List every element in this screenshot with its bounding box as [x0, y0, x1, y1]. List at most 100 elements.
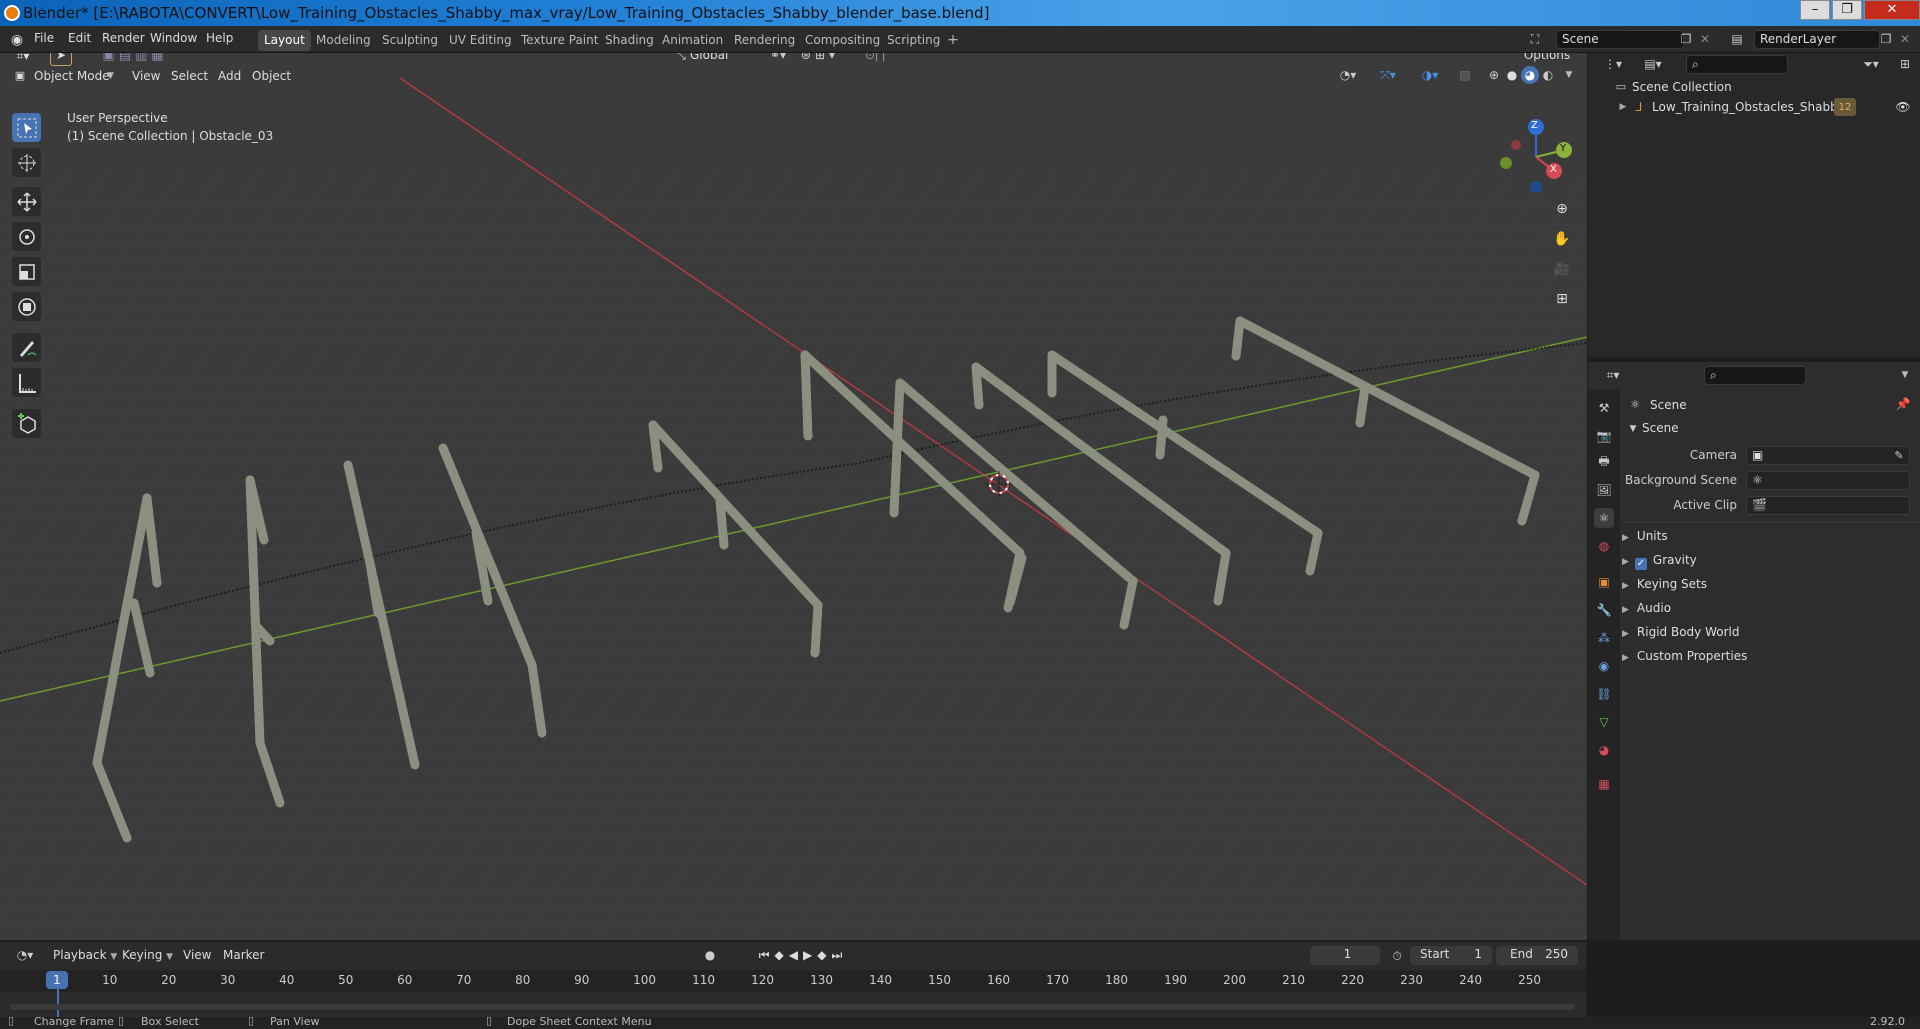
children-badge-icon[interactable]: 12 — [1834, 98, 1856, 116]
particles-tab-icon[interactable]: ⁂ — [1594, 628, 1614, 648]
properties-options-chevron-icon[interactable]: ▼ — [1896, 366, 1914, 384]
tab-compositing[interactable]: Compositing — [799, 30, 886, 51]
viewport-menu-object[interactable]: Object — [252, 69, 291, 83]
viewport-menu-select[interactable]: Select — [171, 69, 208, 83]
eyedropper-icon[interactable]: ✎ — [1892, 448, 1906, 462]
mode-dropdown[interactable]: Object Mode — [34, 69, 110, 83]
wireframe-shading-icon[interactable]: ⊕ — [1485, 66, 1503, 84]
menu-edit[interactable]: Edit — [68, 31, 91, 45]
tool-add-cube[interactable] — [12, 409, 41, 438]
tool-measure[interactable] — [12, 368, 41, 397]
outliner-editor-type-icon[interactable]: ⋮▾ — [1598, 55, 1628, 73]
eye-visibility-icon[interactable]: 👁 — [1894, 98, 1912, 116]
camera-view-icon[interactable]: 🎥 — [1550, 257, 1574, 281]
tool-transform[interactable] — [12, 292, 41, 321]
ortho-grid-icon[interactable]: ⊞ — [1550, 287, 1574, 311]
new-scene-icon[interactable]: ❐ — [1678, 31, 1694, 47]
new-renderlayer-icon[interactable]: ❐ — [1878, 31, 1894, 47]
scene-selector[interactable]: Scene — [1556, 30, 1684, 49]
tab-scripting[interactable]: Scripting — [881, 30, 946, 51]
timeline-menu-keying[interactable]: Keying ▼ — [122, 948, 173, 962]
menu-file[interactable]: File — [34, 31, 54, 45]
timeline-menu-view[interactable]: View — [183, 948, 211, 962]
tool-move[interactable] — [12, 187, 41, 216]
preview-range-icon[interactable]: ⏱ — [1388, 947, 1406, 965]
section-audio[interactable]: ▶ Audio — [1622, 598, 1671, 618]
tool-annotate[interactable] — [12, 333, 41, 362]
section-units[interactable]: ▶ Units — [1622, 526, 1668, 546]
world-tab-icon[interactable]: ◍ — [1594, 536, 1614, 556]
camera-field[interactable]: ▣ — [1746, 446, 1910, 465]
current-frame-field[interactable]: 1 — [1310, 946, 1380, 965]
menu-help[interactable]: Help — [206, 31, 233, 45]
shading-options-chevron-icon[interactable]: ▼ — [1562, 66, 1576, 84]
timeline-menu-marker[interactable]: Marker — [223, 948, 264, 962]
snap-icons[interactable]: ⊛⊞▾ — [790, 53, 850, 64]
expand-arrow-icon[interactable]: ▶ — [1618, 100, 1628, 114]
tab-uv-editing[interactable]: UV Editing — [443, 30, 518, 51]
gizmo-toggle-icon[interactable]: ⤧▾ — [1370, 66, 1406, 84]
timeline-menu-playback[interactable]: Playback ▼ — [53, 948, 117, 962]
end-frame-field[interactable]: End 250 — [1496, 946, 1578, 965]
section-gravity[interactable]: ▶ ✓ Gravity — [1622, 550, 1697, 570]
pin-icon[interactable]: 📌 — [1896, 397, 1911, 411]
menu-render[interactable]: Render — [102, 31, 145, 45]
tab-modeling[interactable]: Modeling — [310, 30, 377, 51]
tool-cursor[interactable] — [12, 148, 41, 177]
outliner-item-low-training[interactable]: Low_Training_Obstacles_Shabby — [1652, 100, 1845, 114]
select-tool-icon[interactable]: ➤ — [50, 53, 72, 66]
playback-controls-icons[interactable]: ⏮◆◀▶◆⏭ — [748, 946, 858, 964]
tool-tab-icon[interactable]: ⚒ — [1594, 398, 1614, 418]
new-collection-icon[interactable]: ⊞ — [1896, 55, 1914, 73]
delete-renderlayer-icon[interactable]: ✕ — [1897, 31, 1913, 47]
properties-editor-type-icon[interactable]: ⌗▾ — [1598, 366, 1628, 384]
options-dropdown[interactable]: Options — [1518, 53, 1576, 65]
scene-collection-label[interactable]: Scene Collection — [1632, 80, 1732, 94]
rendered-shading-icon[interactable]: ◐ — [1539, 66, 1557, 84]
solid-shading-icon[interactable]: ● — [1503, 66, 1521, 84]
properties-search-input[interactable]: ⌕ — [1704, 366, 1806, 385]
menu-window[interactable]: Window — [150, 31, 197, 45]
viewport-menu-view[interactable]: View — [132, 69, 160, 83]
timeline-scrollbar[interactable] — [10, 1004, 1575, 1010]
navigation-gizmo[interactable]: Z Y X — [1492, 115, 1576, 199]
object-tab-icon[interactable]: ▣ — [1594, 572, 1614, 592]
material-tab-icon[interactable]: ◕ — [1594, 740, 1614, 760]
data-tab-icon[interactable]: ▽ — [1594, 712, 1614, 732]
gravity-checkbox[interactable]: ✓ — [1634, 558, 1647, 570]
renderlayer-selector[interactable]: RenderLayer — [1754, 30, 1880, 49]
add-workspace-icon[interactable]: + — [945, 32, 961, 48]
constraints-tab-icon[interactable]: ⛓ — [1594, 684, 1614, 704]
blender-menu-icon[interactable]: ◉ — [8, 31, 26, 49]
start-frame-field[interactable]: Start 1 — [1410, 946, 1492, 965]
section-keying-sets[interactable]: ▶ Keying Sets — [1622, 574, 1707, 594]
material-shading-icon[interactable]: ◕ — [1521, 66, 1539, 84]
editor-type-icon[interactable]: ⌗▾ — [10, 53, 36, 66]
xray-icon[interactable]: ▨ — [1456, 66, 1474, 84]
panel-collapse-icon[interactable]: ▼ — [1628, 422, 1638, 436]
section-rigid-body-world[interactable]: ▶ Rigid Body World — [1622, 622, 1739, 642]
tool-rotate[interactable] — [12, 222, 41, 251]
close-window-button[interactable]: ✕ — [1864, 0, 1920, 20]
timeline-editor-type-icon[interactable]: ◔▾ — [12, 946, 38, 964]
tab-layout[interactable]: Layout — [258, 30, 311, 51]
viewport-menu-add[interactable]: Add — [218, 69, 241, 83]
background-scene-field[interactable]: ⚛ — [1746, 471, 1910, 490]
tab-rendering[interactable]: Rendering — [728, 30, 801, 51]
delete-scene-icon[interactable]: ✕ — [1697, 31, 1713, 47]
section-custom-properties[interactable]: ▶ Custom Properties — [1622, 646, 1747, 666]
tab-animation[interactable]: Animation — [656, 30, 729, 51]
outliner-search-input[interactable]: ⌕ — [1686, 55, 1788, 74]
render-tab-icon[interactable]: 📷 — [1594, 426, 1614, 446]
record-icon[interactable]: ● — [700, 946, 720, 964]
physics-tab-icon[interactable]: ◉ — [1594, 656, 1614, 676]
playhead-frame-indicator[interactable]: 1 — [46, 971, 68, 989]
modifier-tab-icon[interactable]: 🔧 — [1594, 600, 1614, 620]
3d-viewport[interactable]: ⌗▾ ➤ ▣▤▥▦ ⤡ Global ⚭▾ ⊛⊞▾ ⊙⋂ Options ▣ O… — [0, 53, 1587, 940]
proportional-edit-icons[interactable]: ⊙⋂ — [850, 53, 900, 64]
filter-icon[interactable]: ⏷▾ — [1856, 55, 1886, 73]
tab-texture-paint[interactable]: Texture Paint — [515, 30, 604, 51]
selection-mode-icons[interactable]: ▣▤▥▦ — [90, 53, 180, 64]
zoom-icon[interactable]: ⊕ — [1550, 197, 1574, 221]
pan-hand-icon[interactable]: ✋ — [1550, 227, 1574, 251]
